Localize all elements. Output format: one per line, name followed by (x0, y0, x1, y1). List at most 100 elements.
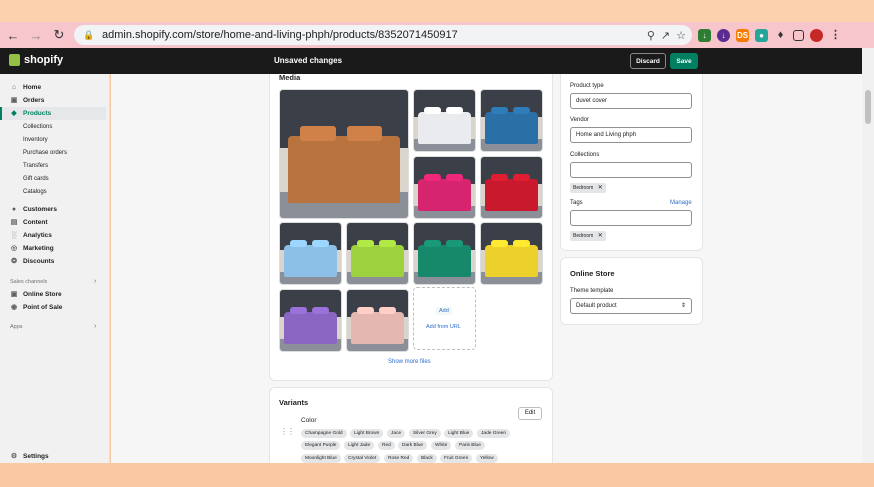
teal-extension-icon[interactable]: ● (755, 28, 768, 42)
sidebar-item-discounts[interactable]: ❂ Discounts (0, 255, 106, 268)
discount-icon: ❂ (11, 257, 17, 265)
option-value-pill: Light Brown (350, 429, 384, 438)
sidebar-item-home[interactable]: ⌂ Home (0, 81, 106, 94)
sidebar-item-label: Products (23, 110, 52, 117)
save-button[interactable]: Save (670, 53, 698, 69)
media-thumbnail[interactable] (346, 222, 409, 285)
sidebar-item-content[interactable]: ▤ Content (0, 216, 106, 229)
share-icon[interactable]: ↗ (661, 29, 670, 42)
sidebar-sub-catalogs[interactable]: Catalogs (23, 189, 47, 195)
media-thumbnail[interactable] (480, 89, 543, 152)
close-icon[interactable]: ✕ (598, 233, 603, 239)
avatar[interactable] (810, 28, 823, 42)
drag-handle-icon[interactable]: ⋮⋮ (280, 427, 295, 436)
add-media-button[interactable]: Add (436, 307, 452, 315)
collection-tag: Bedroom ✕ (570, 183, 606, 193)
sidebar-item-customers[interactable]: ● Customers (0, 203, 106, 216)
option-value-pill: Light Jade (344, 441, 375, 450)
add-media-dropzone[interactable]: Add Add from URL (413, 287, 476, 350)
chevron-right-icon[interactable]: › (94, 323, 96, 330)
sidebar-sub-gift-cards[interactable]: Gift cards (23, 176, 49, 182)
media-thumbnail[interactable] (480, 222, 543, 285)
scrollbar[interactable] (862, 48, 874, 463)
option-value-pill: Light Blue (444, 429, 474, 438)
menu-icon[interactable]: ⋮ (829, 29, 842, 42)
edit-option-button[interactable]: Edit (518, 407, 542, 420)
reload-icon[interactable]: ↻ (49, 25, 69, 45)
sidebar-item-settings[interactable]: ⚙ Settings (0, 450, 106, 463)
sidebar-item-analytics[interactable]: ░ Analytics (0, 229, 106, 242)
option-value-pill: Champagne Gold (301, 429, 347, 438)
online-store-card: Online Store Theme template Default prod… (561, 258, 702, 324)
sales-channels-heading: Sales channels (10, 279, 48, 285)
download-extension-icon[interactable]: ↓ (698, 28, 711, 42)
option-value-pill: Fruit Green (440, 454, 473, 463)
puzzle-icon[interactable]: ♦ (774, 29, 787, 42)
discard-button[interactable]: Discard (630, 53, 666, 69)
gear-icon: ⚙ (10, 452, 18, 460)
chevron-right-icon[interactable]: › (94, 278, 96, 285)
sidebar-item-marketing[interactable]: ◎ Marketing (0, 242, 106, 255)
media-thumbnail[interactable] (480, 156, 543, 219)
media-thumbnail[interactable] (279, 222, 342, 285)
back-icon[interactable]: ← (3, 25, 23, 45)
forward-icon[interactable]: → (26, 25, 46, 45)
add-from-url-link[interactable]: Add from URL (426, 324, 461, 330)
product-type-input[interactable]: duvet cover (570, 93, 692, 109)
option-value-pill: Jace (387, 429, 406, 438)
tags-label: Tags (570, 200, 583, 206)
sidebar-sub-transfers[interactable]: Transfers (23, 163, 48, 169)
sidebar-sub-purchase-orders[interactable]: Purchase orders (23, 150, 67, 156)
sidebar-item-label: Point of Sale (23, 304, 63, 311)
bar-chart-icon: ░ (11, 231, 17, 239)
media-thumbnail[interactable] (413, 89, 476, 152)
sidebar-item-label: Settings (23, 453, 49, 460)
ds-extension-icon[interactable]: DS (736, 28, 749, 42)
option-value-pill: Moonlight Blue (301, 454, 341, 463)
sidebar-sub-collections[interactable]: Collections (23, 124, 52, 130)
option-value-pill: Paris Blue (455, 441, 485, 450)
sidebar-item-orders[interactable]: ▣ Orders (0, 94, 106, 107)
show-more-files-link[interactable]: Show more files (388, 359, 431, 365)
media-thumbnail[interactable] (279, 89, 409, 219)
online-store-title: Online Store (570, 269, 615, 278)
media-thumbnail[interactable] (279, 289, 342, 352)
store-icon: ▣ (10, 290, 18, 298)
option-value-pill: Red (378, 441, 395, 450)
sidebar-item-point-of-sale[interactable]: ◉ Point of Sale (0, 301, 106, 314)
tags-input[interactable] (570, 210, 692, 226)
orders-icon: ▣ (10, 96, 18, 104)
search-icon[interactable]: ⚲ (647, 29, 655, 42)
content-icon: ▤ (10, 218, 18, 226)
media-thumbnail[interactable] (413, 156, 476, 219)
close-icon[interactable]: ✕ (598, 185, 603, 191)
sidebar-item-label: Online Store (23, 291, 62, 298)
product-tag: Bedroom ✕ (570, 231, 606, 241)
option-value-pill: Crystal Violet (344, 454, 381, 463)
shopify-logo[interactable]: shopify (9, 54, 63, 66)
address-bar[interactable]: 🔒 admin.shopify.com/store/home-and-livin… (74, 25, 692, 45)
manage-tags-link[interactable]: Manage (670, 200, 692, 206)
sidebar-sub-inventory[interactable]: Inventory (23, 137, 48, 143)
product-type-label: Product type (570, 83, 604, 89)
option-value-pill: White (431, 441, 452, 450)
media-thumbnail[interactable] (413, 222, 476, 285)
sidebar-item-label: Orders (23, 97, 45, 104)
vendor-input[interactable]: Home and Living phph (570, 127, 692, 143)
purple-extension-icon[interactable]: ↓ (717, 28, 730, 42)
media-thumbnail[interactable] (346, 289, 409, 352)
browser-toolbar: ← → ↻ 🔒 admin.shopify.com/store/home-and… (0, 22, 874, 48)
theme-template-select[interactable]: Default product ⇕ (570, 298, 692, 314)
sidebar-item-products[interactable]: ◆ Products (0, 107, 106, 120)
option-name: Color (301, 417, 317, 424)
pos-icon: ◉ (10, 303, 18, 311)
collections-input[interactable] (570, 162, 692, 178)
collections-label: Collections (570, 152, 600, 158)
option-value-pill: Yellow (476, 454, 498, 463)
sidebar-item-online-store[interactable]: ▣ Online Store (0, 288, 106, 301)
sidepanel-icon[interactable] (793, 29, 804, 41)
star-icon[interactable]: ☆ (676, 29, 686, 42)
logo-text: shopify (24, 54, 64, 66)
variants-title: Variants (279, 398, 309, 407)
scrollbar-thumb[interactable] (865, 90, 871, 124)
